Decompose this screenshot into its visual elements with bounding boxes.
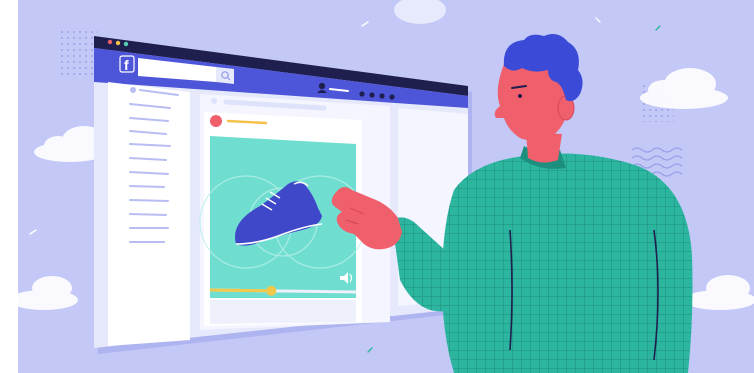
illustration-scene: f (0, 0, 754, 373)
dot-pattern (60, 28, 98, 78)
logo-letter: f (124, 57, 129, 73)
profile-icon[interactable] (318, 82, 326, 90)
close-dot[interactable] (107, 39, 113, 45)
illustration: f (0, 0, 754, 373)
post-footer (210, 300, 356, 324)
search-button[interactable] (216, 67, 234, 84)
shirt (442, 153, 693, 373)
minimize-dot[interactable] (115, 40, 121, 46)
browser-window: f (94, 36, 472, 354)
play-progress-handle[interactable] (266, 285, 277, 296)
post-avatar[interactable] (210, 115, 222, 127)
progress-fill (209, 288, 272, 293)
maximize-dot[interactable] (123, 41, 129, 47)
